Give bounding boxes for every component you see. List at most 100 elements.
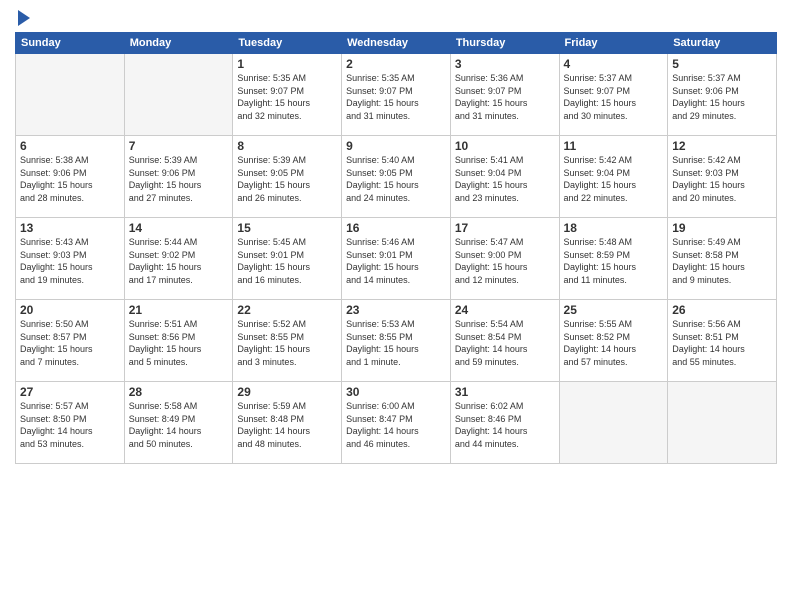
day-info: Sunrise: 5:59 AM Sunset: 8:48 PM Dayligh… xyxy=(237,400,337,450)
calendar-cell: 27Sunrise: 5:57 AM Sunset: 8:50 PM Dayli… xyxy=(16,382,125,464)
calendar-cell: 16Sunrise: 5:46 AM Sunset: 9:01 PM Dayli… xyxy=(342,218,451,300)
calendar-cell: 31Sunrise: 6:02 AM Sunset: 8:46 PM Dayli… xyxy=(450,382,559,464)
day-info: Sunrise: 5:46 AM Sunset: 9:01 PM Dayligh… xyxy=(346,236,446,286)
calendar-cell: 28Sunrise: 5:58 AM Sunset: 8:49 PM Dayli… xyxy=(124,382,233,464)
day-info: Sunrise: 5:44 AM Sunset: 9:02 PM Dayligh… xyxy=(129,236,229,286)
day-info: Sunrise: 5:35 AM Sunset: 9:07 PM Dayligh… xyxy=(346,72,446,122)
day-info: Sunrise: 5:36 AM Sunset: 9:07 PM Dayligh… xyxy=(455,72,555,122)
weekday-header-sunday: Sunday xyxy=(16,33,125,54)
calendar-cell: 1Sunrise: 5:35 AM Sunset: 9:07 PM Daylig… xyxy=(233,54,342,136)
day-info: Sunrise: 5:49 AM Sunset: 8:58 PM Dayligh… xyxy=(672,236,772,286)
day-number: 13 xyxy=(20,221,120,235)
calendar-page: SundayMondayTuesdayWednesdayThursdayFrid… xyxy=(0,0,792,612)
day-info: Sunrise: 5:45 AM Sunset: 9:01 PM Dayligh… xyxy=(237,236,337,286)
day-info: Sunrise: 5:39 AM Sunset: 9:06 PM Dayligh… xyxy=(129,154,229,204)
calendar-cell: 11Sunrise: 5:42 AM Sunset: 9:04 PM Dayli… xyxy=(559,136,668,218)
day-number: 10 xyxy=(455,139,555,153)
day-info: Sunrise: 5:58 AM Sunset: 8:49 PM Dayligh… xyxy=(129,400,229,450)
calendar-cell: 13Sunrise: 5:43 AM Sunset: 9:03 PM Dayli… xyxy=(16,218,125,300)
day-number: 25 xyxy=(564,303,664,317)
day-number: 30 xyxy=(346,385,446,399)
day-number: 22 xyxy=(237,303,337,317)
day-number: 26 xyxy=(672,303,772,317)
day-info: Sunrise: 5:53 AM Sunset: 8:55 PM Dayligh… xyxy=(346,318,446,368)
day-info: Sunrise: 5:37 AM Sunset: 9:06 PM Dayligh… xyxy=(672,72,772,122)
calendar-cell: 4Sunrise: 5:37 AM Sunset: 9:07 PM Daylig… xyxy=(559,54,668,136)
day-info: Sunrise: 6:02 AM Sunset: 8:46 PM Dayligh… xyxy=(455,400,555,450)
day-info: Sunrise: 5:40 AM Sunset: 9:05 PM Dayligh… xyxy=(346,154,446,204)
calendar-cell xyxy=(559,382,668,464)
calendar-cell: 10Sunrise: 5:41 AM Sunset: 9:04 PM Dayli… xyxy=(450,136,559,218)
calendar-cell: 2Sunrise: 5:35 AM Sunset: 9:07 PM Daylig… xyxy=(342,54,451,136)
calendar-cell: 24Sunrise: 5:54 AM Sunset: 8:54 PM Dayli… xyxy=(450,300,559,382)
weekday-header-thursday: Thursday xyxy=(450,33,559,54)
day-number: 23 xyxy=(346,303,446,317)
calendar-table: SundayMondayTuesdayWednesdayThursdayFrid… xyxy=(15,32,777,464)
day-number: 14 xyxy=(129,221,229,235)
calendar-cell: 18Sunrise: 5:48 AM Sunset: 8:59 PM Dayli… xyxy=(559,218,668,300)
calendar-cell: 26Sunrise: 5:56 AM Sunset: 8:51 PM Dayli… xyxy=(668,300,777,382)
day-number: 12 xyxy=(672,139,772,153)
day-number: 9 xyxy=(346,139,446,153)
day-info: Sunrise: 5:57 AM Sunset: 8:50 PM Dayligh… xyxy=(20,400,120,450)
calendar-week-row: 6Sunrise: 5:38 AM Sunset: 9:06 PM Daylig… xyxy=(16,136,777,218)
day-info: Sunrise: 5:48 AM Sunset: 8:59 PM Dayligh… xyxy=(564,236,664,286)
day-number: 6 xyxy=(20,139,120,153)
day-number: 7 xyxy=(129,139,229,153)
calendar-week-row: 20Sunrise: 5:50 AM Sunset: 8:57 PM Dayli… xyxy=(16,300,777,382)
calendar-cell: 21Sunrise: 5:51 AM Sunset: 8:56 PM Dayli… xyxy=(124,300,233,382)
day-number: 11 xyxy=(564,139,664,153)
calendar-cell: 25Sunrise: 5:55 AM Sunset: 8:52 PM Dayli… xyxy=(559,300,668,382)
calendar-cell: 5Sunrise: 5:37 AM Sunset: 9:06 PM Daylig… xyxy=(668,54,777,136)
day-info: Sunrise: 5:42 AM Sunset: 9:03 PM Dayligh… xyxy=(672,154,772,204)
day-number: 19 xyxy=(672,221,772,235)
day-number: 31 xyxy=(455,385,555,399)
day-number: 18 xyxy=(564,221,664,235)
day-number: 2 xyxy=(346,57,446,71)
calendar-cell: 6Sunrise: 5:38 AM Sunset: 9:06 PM Daylig… xyxy=(16,136,125,218)
day-number: 28 xyxy=(129,385,229,399)
calendar-cell: 22Sunrise: 5:52 AM Sunset: 8:55 PM Dayli… xyxy=(233,300,342,382)
calendar-cell: 12Sunrise: 5:42 AM Sunset: 9:03 PM Dayli… xyxy=(668,136,777,218)
day-number: 16 xyxy=(346,221,446,235)
calendar-cell: 14Sunrise: 5:44 AM Sunset: 9:02 PM Dayli… xyxy=(124,218,233,300)
day-info: Sunrise: 5:54 AM Sunset: 8:54 PM Dayligh… xyxy=(455,318,555,368)
calendar-cell: 19Sunrise: 5:49 AM Sunset: 8:58 PM Dayli… xyxy=(668,218,777,300)
calendar-cell: 30Sunrise: 6:00 AM Sunset: 8:47 PM Dayli… xyxy=(342,382,451,464)
day-info: Sunrise: 5:52 AM Sunset: 8:55 PM Dayligh… xyxy=(237,318,337,368)
calendar-cell xyxy=(124,54,233,136)
day-info: Sunrise: 5:38 AM Sunset: 9:06 PM Dayligh… xyxy=(20,154,120,204)
day-info: Sunrise: 5:51 AM Sunset: 8:56 PM Dayligh… xyxy=(129,318,229,368)
calendar-cell xyxy=(16,54,125,136)
calendar-week-row: 13Sunrise: 5:43 AM Sunset: 9:03 PM Dayli… xyxy=(16,218,777,300)
day-number: 17 xyxy=(455,221,555,235)
weekday-header-tuesday: Tuesday xyxy=(233,33,342,54)
day-number: 27 xyxy=(20,385,120,399)
weekday-header-wednesday: Wednesday xyxy=(342,33,451,54)
calendar-cell: 7Sunrise: 5:39 AM Sunset: 9:06 PM Daylig… xyxy=(124,136,233,218)
calendar-cell: 23Sunrise: 5:53 AM Sunset: 8:55 PM Dayli… xyxy=(342,300,451,382)
day-info: Sunrise: 5:43 AM Sunset: 9:03 PM Dayligh… xyxy=(20,236,120,286)
day-info: Sunrise: 5:42 AM Sunset: 9:04 PM Dayligh… xyxy=(564,154,664,204)
day-info: Sunrise: 5:55 AM Sunset: 8:52 PM Dayligh… xyxy=(564,318,664,368)
day-info: Sunrise: 5:50 AM Sunset: 8:57 PM Dayligh… xyxy=(20,318,120,368)
logo xyxy=(15,10,30,24)
day-number: 20 xyxy=(20,303,120,317)
weekday-header-saturday: Saturday xyxy=(668,33,777,54)
calendar-cell: 15Sunrise: 5:45 AM Sunset: 9:01 PM Dayli… xyxy=(233,218,342,300)
day-info: Sunrise: 5:47 AM Sunset: 9:00 PM Dayligh… xyxy=(455,236,555,286)
day-number: 15 xyxy=(237,221,337,235)
day-number: 3 xyxy=(455,57,555,71)
day-info: Sunrise: 5:37 AM Sunset: 9:07 PM Dayligh… xyxy=(564,72,664,122)
calendar-cell: 29Sunrise: 5:59 AM Sunset: 8:48 PM Dayli… xyxy=(233,382,342,464)
calendar-cell: 3Sunrise: 5:36 AM Sunset: 9:07 PM Daylig… xyxy=(450,54,559,136)
logo-arrow-icon xyxy=(18,10,30,26)
calendar-cell: 9Sunrise: 5:40 AM Sunset: 9:05 PM Daylig… xyxy=(342,136,451,218)
day-number: 4 xyxy=(564,57,664,71)
calendar-cell: 20Sunrise: 5:50 AM Sunset: 8:57 PM Dayli… xyxy=(16,300,125,382)
day-number: 8 xyxy=(237,139,337,153)
day-info: Sunrise: 6:00 AM Sunset: 8:47 PM Dayligh… xyxy=(346,400,446,450)
calendar-cell: 17Sunrise: 5:47 AM Sunset: 9:00 PM Dayli… xyxy=(450,218,559,300)
calendar-cell xyxy=(668,382,777,464)
day-number: 24 xyxy=(455,303,555,317)
